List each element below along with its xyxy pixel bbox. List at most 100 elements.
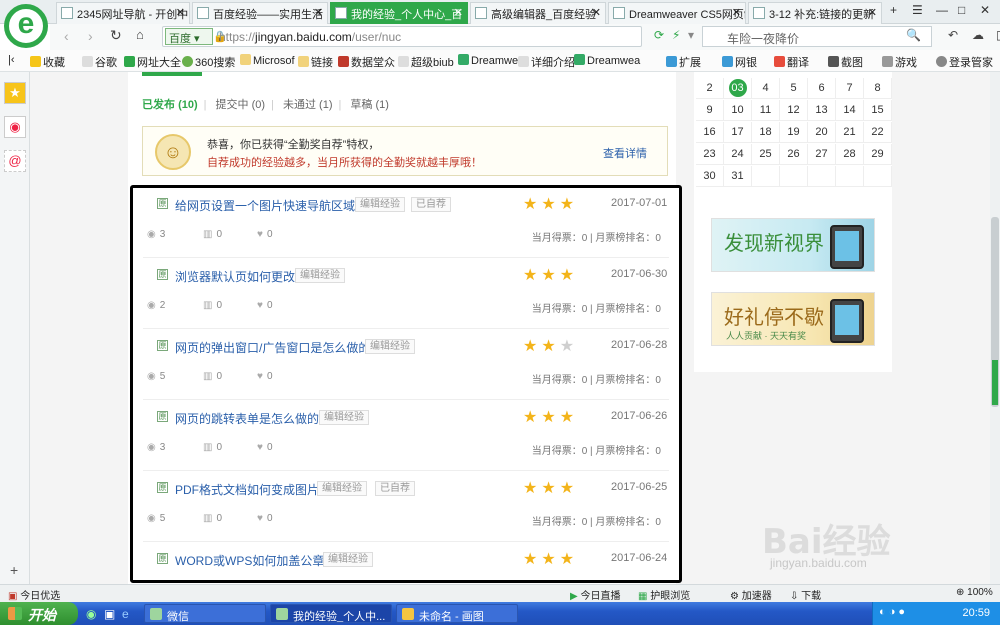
tab-close-icon[interactable]: ✕ [176,6,185,19]
calendar-day-today[interactable]: 03 [724,78,752,99]
calendar-day[interactable]: 4 [752,78,780,99]
calendar-day[interactable]: 25 [752,144,780,165]
promo-banner-discover[interactable]: 发现新视界 [711,218,875,272]
back-icon[interactable]: ‹ [64,28,69,44]
bookmark-datatang[interactable]: 数据堂众 [338,54,395,70]
games-button[interactable]: 游戏 [882,54,917,70]
today-picks-button[interactable]: ▣ 今日优选 [8,587,60,602]
calendar-day[interactable]: 18 [752,122,780,143]
minimize-button[interactable]: — [936,3,948,17]
bookmark-site-directory[interactable]: 网址大全 [124,54,181,70]
calendar-day[interactable]: 17 [724,122,752,143]
experience-row[interactable]: 原网页的跳转表单是怎么做的 编辑经验 ★★★ 2017-06-26 ◉ 3 ▥ 0 ♥ 0 当月得票… [143,401,669,471]
filter-submitting[interactable]: 提交中 (0) [216,99,266,111]
bookmark-360search[interactable]: 360搜索 [182,54,235,70]
zoom-level[interactable]: ⊕ 100% [956,587,993,598]
vertical-scrollbar[interactable] [990,72,1000,584]
filter-rejected[interactable]: 未通过 (1) [283,99,333,111]
browser-tab-1[interactable]: 2345网址导航 - 开创中 ✕ [56,2,190,24]
task-wechat[interactable]: 微信 [144,604,266,623]
calendar-day[interactable]: 6 [808,78,836,99]
experience-row[interactable]: 原 PDF格式文档如何变成图片 编辑经验 已自荐 ★★★ 2017-06-25 ◉ 5 ▥ 0 ♥ 0… [143,472,669,542]
tab-close-icon[interactable]: ✕ [868,6,877,19]
filter-published[interactable]: 已发布 (10) [142,99,198,111]
calendar-day[interactable]: 29 [864,144,892,165]
calendar-day[interactable]: 19 [780,122,808,143]
search-engine-select[interactable]: 百度 ▾ [165,28,213,45]
calendar-day[interactable]: 30 [696,166,724,187]
search-icon[interactable]: 🔍 [906,28,921,42]
calendar-day[interactable]: 9 [696,100,724,121]
url-text[interactable]: https://jingyan.baidu.com/user/nuc [219,30,401,44]
favorites-star-icon[interactable]: ★ [4,82,26,104]
edit-experience-button[interactable]: 编辑经验 [319,410,369,425]
experience-row[interactable]: 原网页的弹出窗口/广告窗口是怎么做的 编辑经验 ★★★ 2017-06-28 ◉ 5 ▥ 0 ♥… [143,330,669,400]
tab-close-icon[interactable]: ✕ [454,6,463,19]
tray-icons[interactable]: ◐ ◑ ● [879,606,905,618]
address-bar[interactable]: 百度 ▾ 🔒 https://jingyan.baidu.com/user/nu… [162,26,642,47]
calendar-day[interactable]: 12 [780,100,808,121]
calendar-day[interactable]: 26 [780,144,808,165]
filter-drafts[interactable]: 草稿 (1) [350,99,389,111]
browser-tab-5[interactable]: Dreamweaver CS5网页制 ✕ [608,2,746,24]
collapse-sidebar-icon[interactable]: |‹ [8,54,15,66]
menu-button[interactable]: ☰ [912,3,923,17]
calendar-day[interactable]: 10 [724,100,752,121]
home-icon[interactable]: ⌂ [136,27,144,42]
tab-close-icon[interactable]: ✕ [592,6,601,19]
screenshot-button[interactable]: 截图 [828,54,863,70]
experience-title-link[interactable]: PDF格式文档如何变成图片 [175,481,319,498]
calendar-day[interactable]: 20 [808,122,836,143]
experience-title-link[interactable]: 网页的跳转表单是怎么做的 [175,410,319,427]
new-tab-button[interactable]: + [890,3,897,17]
bookmark-microsoft[interactable]: Microsof [240,54,295,67]
browser-tab-4[interactable]: 高级编辑器_百度经验 ✕ [470,2,606,24]
edit-experience-button[interactable]: 编辑经验 [365,339,415,354]
forward-icon[interactable]: › [88,28,93,44]
experience-row[interactable]: 原给网页设置一个图片快速导航区域 编辑经验 已自荐 ★★★ 2017-07-01 ◉ 3 ▥ 0… [143,188,669,258]
calendar-day[interactable]: 14 [836,100,864,121]
promo-banner-gifts[interactable]: 好礼停不歇 人人贡献 · 天天有奖 [711,292,875,346]
extensions-button[interactable]: 扩展 [666,54,701,70]
tab-close-icon[interactable]: ✕ [314,6,323,19]
download-button[interactable]: ⇩ 下载 [790,587,821,602]
browser-tab-2[interactable]: 百度经验——实用生活 ✕ [192,2,328,24]
eye-care-button[interactable]: ▦ 护眼浏览 [638,587,690,602]
experience-row[interactable]: 原浏览器默认页如何更改 编辑经验 ★★★ 2017-06-30 ◉ 2 ▥ 0 ♥ 0 当月得票：0… [143,259,669,329]
bank-button[interactable]: 网银 [722,54,757,70]
bookmark-links[interactable]: 链接 [298,54,333,70]
calendar-day[interactable]: 31 [724,166,752,187]
bookmark-chaoji[interactable]: 超级biub [398,54,454,70]
flash-icon[interactable]: ⚡ [672,28,680,42]
edit-experience-button[interactable]: 编辑经验 [355,197,405,212]
browser-tab-6[interactable]: 3-12 补充:链接的更新 ✕ [748,2,882,24]
browser-logo-icon[interactable]: e [4,4,48,48]
experience-row[interactable]: 原 WORD或WPS如何加盖公章 编辑经验 ★★★ 2017-06-24 [143,543,669,584]
calendar-day[interactable]: 7 [836,78,864,99]
start-button[interactable]: 开始 [0,602,78,625]
search-input[interactable]: 车险一夜降价 [702,26,932,47]
weibo-icon[interactable]: ◉ [4,116,26,138]
task-browser[interactable]: 我的经验_个人中... [270,604,392,623]
bookmark-favorites[interactable]: 收藏 [30,54,65,70]
maximize-button[interactable]: □ [958,3,965,17]
edit-experience-button[interactable]: 编辑经验 [317,481,367,496]
calendar-day[interactable]: 21 [836,122,864,143]
experience-title-link[interactable]: 网页的弹出窗口/广告窗口是怎么做的 [175,339,370,356]
experience-title-link[interactable]: 给网页设置一个图片快速导航区域 [175,197,355,214]
calendar-day[interactable]: 24 [724,144,752,165]
browser-tab-3-active[interactable]: 我的经验_个人中心_百 ✕ [330,2,468,24]
close-window-button[interactable]: ✕ [980,3,990,17]
edit-experience-button[interactable]: 编辑经验 [323,552,373,567]
experience-title-link[interactable]: 浏览器默认页如何更改 [175,268,295,285]
tab-close-icon[interactable]: ✕ [732,6,741,19]
calendar-day[interactable]: 2 [696,78,724,99]
add-sidebar-icon[interactable]: + [10,562,18,578]
login-manager-button[interactable]: 登录管家 [936,54,993,70]
clock[interactable]: 20:59 [962,607,990,619]
mail-at-icon[interactable]: @ [4,150,26,172]
edit-experience-button[interactable]: 编辑经验 [295,268,345,283]
experience-title-link[interactable]: WORD或WPS如何加盖公章 [175,552,324,569]
undo-icon[interactable]: ↶ [948,28,958,42]
speed-icon[interactable]: ⟳ [654,28,664,42]
